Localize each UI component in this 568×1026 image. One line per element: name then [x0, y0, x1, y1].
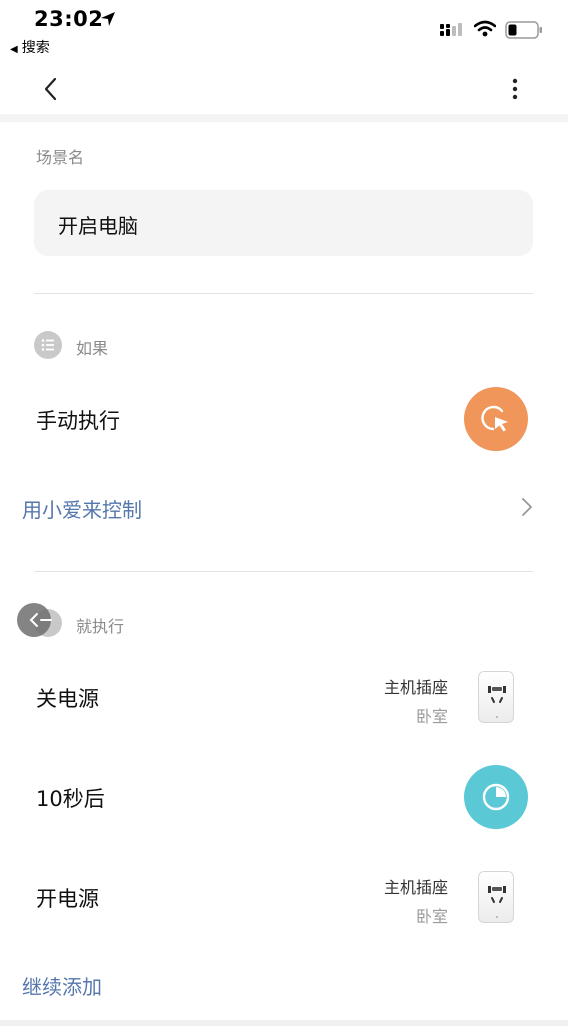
- voice-control-link[interactable]: 用小爱来控制: [22, 494, 142, 523]
- device-room: 卧室: [415, 907, 448, 926]
- scene-name-field[interactable]: 开启电脑: [34, 190, 533, 256]
- divider: [34, 293, 533, 294]
- wifi-icon: [474, 20, 496, 37]
- back-app-label: 搜索: [21, 40, 50, 56]
- status-time: 23:02: [34, 7, 104, 31]
- back-to-app[interactable]: ◀ 搜索: [10, 37, 50, 57]
- header-separator: [0, 114, 568, 122]
- action-title[interactable]: 开电源: [36, 883, 99, 913]
- location-arrow-icon: [101, 12, 115, 26]
- smart-plug-icon: [478, 871, 514, 923]
- condition-title[interactable]: 手动执行: [36, 405, 120, 435]
- top-nav-bar: [0, 62, 568, 114]
- action-title[interactable]: 关电源: [36, 683, 99, 713]
- status-bar: 23:02 ◀ 搜索: [0, 0, 568, 62]
- add-more-link[interactable]: 继续添加: [22, 971, 102, 1000]
- back-chevron-icon[interactable]: [38, 74, 66, 104]
- delay-timer-button[interactable]: [464, 765, 528, 829]
- floating-back-button[interactable]: [17, 603, 65, 637]
- delay-title[interactable]: 10秒后: [36, 783, 105, 813]
- more-vertical-icon[interactable]: [504, 74, 526, 104]
- tap-cursor-icon: [481, 405, 508, 432]
- chevron-right-icon[interactable]: [520, 497, 534, 517]
- device-room: 卧室: [415, 707, 448, 726]
- scene-name-label: 场景名: [36, 148, 85, 167]
- smart-plug-icon: [478, 671, 514, 723]
- device-name: 主机插座: [383, 678, 448, 697]
- bottom-separator: [0, 1020, 568, 1026]
- cellular-signal-icon: [440, 23, 462, 36]
- device-name: 主机插座: [383, 878, 448, 897]
- then-section-label: 就执行: [76, 617, 125, 636]
- timer-icon: [482, 783, 510, 811]
- back-triangle-icon: ◀: [10, 44, 18, 55]
- list-icon: [34, 331, 62, 359]
- battery-icon: [505, 21, 542, 39]
- scene-name-value: 开启电脑: [58, 214, 138, 238]
- if-section-label: 如果: [76, 339, 109, 358]
- manual-trigger-button[interactable]: [464, 387, 528, 451]
- divider: [34, 571, 533, 572]
